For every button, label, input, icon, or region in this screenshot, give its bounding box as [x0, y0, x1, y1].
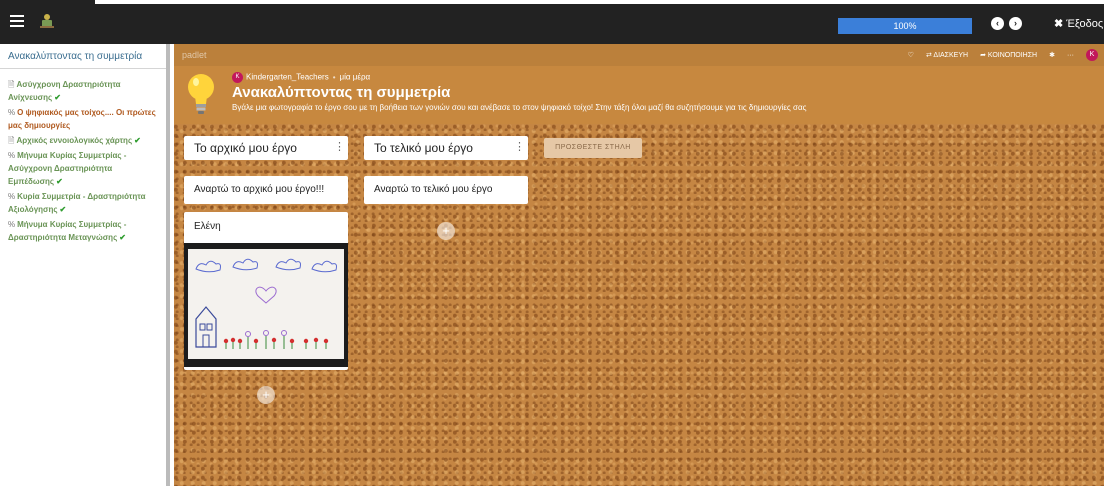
top-bar: 100% ‹ › ✖ Έξοδος	[0, 0, 1104, 44]
course-pictogram-icon	[40, 14, 54, 28]
board-description: Βγάλε μια φωτογραφία το έργο σου με τη β…	[232, 103, 807, 112]
check-icon: ✔	[54, 93, 61, 102]
close-icon: ✖	[1054, 18, 1064, 30]
post-text: Αναρτώ το αρχικό μου έργο!!!	[194, 184, 325, 195]
sidebar-item-concept-map[interactable]: 🗎 Αρχικός εννοιολογικός χάρτης ✔	[8, 134, 166, 147]
kebab-menu-icon[interactable]: ⋮	[514, 136, 525, 158]
column-title: Το τελικό μου έργο	[374, 141, 473, 155]
author-name[interactable]: Kindergarten_Teachers	[246, 73, 329, 82]
author-row: K Kindergarten_Teachers • μία μέρα	[232, 72, 370, 83]
column-title: Το αρχικό μου έργο	[194, 141, 297, 155]
board-title: Ανακαλύπτοντας τη συμμετρία	[232, 84, 451, 101]
user-avatar[interactable]: K	[1086, 49, 1098, 61]
course-sidebar: Ανακαλύπτοντας τη συμμετρία 🗎 Ασύγχρονη Δ…	[0, 44, 170, 486]
sidebar-title[interactable]: Ανακαλύπτοντας τη συμμετρία	[8, 51, 166, 62]
link-icon: %	[8, 192, 16, 201]
sidebar-item-detection[interactable]: 🗎 Ασύγχρονη Δραστηριότητα Ανίχνευσης ✔	[8, 78, 166, 104]
more-icon[interactable]: ···	[1067, 52, 1074, 59]
check-icon: ✔	[59, 205, 67, 214]
gear-icon[interactable]: ✱	[1049, 51, 1055, 59]
exit-button[interactable]: ✖ Έξοδος	[1054, 17, 1103, 30]
link-icon: %	[8, 220, 16, 229]
hamburger-icon[interactable]	[10, 15, 24, 27]
padlet-actions: ♡ ⇄ ΔΙΑΣΚΕΥΗ ➦ ΚΟΙΝΟΠΟΙΗΣΗ ✱ ··· K	[908, 49, 1098, 61]
add-post-button[interactable]: +	[257, 386, 275, 404]
sidebar-item-digital-wall[interactable]: % Ο ψηφιακός μας τοίχος.... Οι πρώτες μας…	[8, 106, 166, 132]
link-icon: %	[8, 108, 16, 117]
heart-icon[interactable]: ♡	[908, 51, 914, 59]
top-white-strip	[95, 0, 1104, 4]
author-avatar[interactable]: K	[232, 72, 243, 83]
sidebar-item-assessment[interactable]: % Κυρία Συμμετρία - Δραστηριότητα Αξιολόγ…	[8, 190, 166, 216]
artwork-drawing	[195, 258, 337, 349]
kebab-menu-icon[interactable]: ⋮	[334, 136, 345, 158]
padlet-board: padlet ♡ ⇄ ΔΙΑΣΚΕΥΗ ➦ ΚΟΙΝΟΠΟΙΗΣΗ ✱ ··· …	[174, 44, 1104, 486]
add-column-button[interactable]: ΠΡΟΣΘΕΣΤΕ ΣΤΗΛΗ	[544, 138, 642, 158]
post-time: μία μέρα	[339, 72, 371, 82]
sidebar-item-consolidation[interactable]: % Μήνυμα Κυρίας Συμμετρίας - Ασύγχρονη Δρ…	[8, 149, 166, 188]
chevron-right-circle-icon[interactable]: ›	[1009, 17, 1022, 30]
check-icon: ✔	[134, 136, 141, 145]
share-button[interactable]: ➦ ΚΟΙΝΟΠΟΙΗΣΗ	[980, 51, 1037, 59]
document-icon: 🗎	[8, 80, 15, 89]
check-icon: ✔	[119, 233, 126, 242]
column-header-initial[interactable]: Το αρχικό μου έργο ⋮	[184, 136, 348, 160]
lightbulb-icon	[188, 74, 214, 114]
check-icon: ✔	[56, 177, 63, 186]
progress-bar: 100%	[838, 18, 972, 34]
add-post-button[interactable]: +	[437, 222, 455, 240]
progress-label: 100%	[893, 21, 917, 31]
sidebar-divider	[0, 68, 166, 69]
column-header-final[interactable]: Το τελικό μου έργο ⋮	[364, 136, 528, 160]
link-icon: %	[8, 151, 16, 160]
document-icon: 🗎	[8, 136, 15, 145]
exit-label: Έξοδος	[1066, 18, 1104, 30]
post-text: Ελένη	[194, 221, 221, 232]
post-card[interactable]: Αναρτώ το τελικό μου έργο	[364, 176, 528, 204]
sidebar-item-metacognition[interactable]: % Μήνυμα Κυρίας Συμμετρίας - Δραστηριότητ…	[8, 218, 166, 244]
post-text: Αναρτώ το τελικό μου έργο	[374, 184, 493, 195]
padlet-logo[interactable]: padlet	[182, 50, 207, 60]
artwork-paper	[188, 249, 344, 359]
sidebar-activity-list: 🗎 Ασύγχρονη Δραστηριότητα Ανίχνευσης ✔ % Ο …	[8, 78, 166, 246]
remix-button[interactable]: ⇄ ΔΙΑΣΚΕΥΗ	[926, 51, 968, 59]
post-card[interactable]: Αναρτώ το αρχικό μου έργο!!!	[184, 176, 348, 204]
student-artwork-image[interactable]	[184, 243, 348, 367]
share-icon: ➦	[980, 52, 988, 59]
author-separator: •	[332, 72, 336, 82]
padlet-header: padlet ♡ ⇄ ΔΙΑΣΚΕΥΗ ➦ ΚΟΙΝΟΠΟΙΗΣΗ ✱ ··· …	[174, 44, 1104, 124]
chevron-left-circle-icon[interactable]: ‹	[991, 17, 1004, 30]
